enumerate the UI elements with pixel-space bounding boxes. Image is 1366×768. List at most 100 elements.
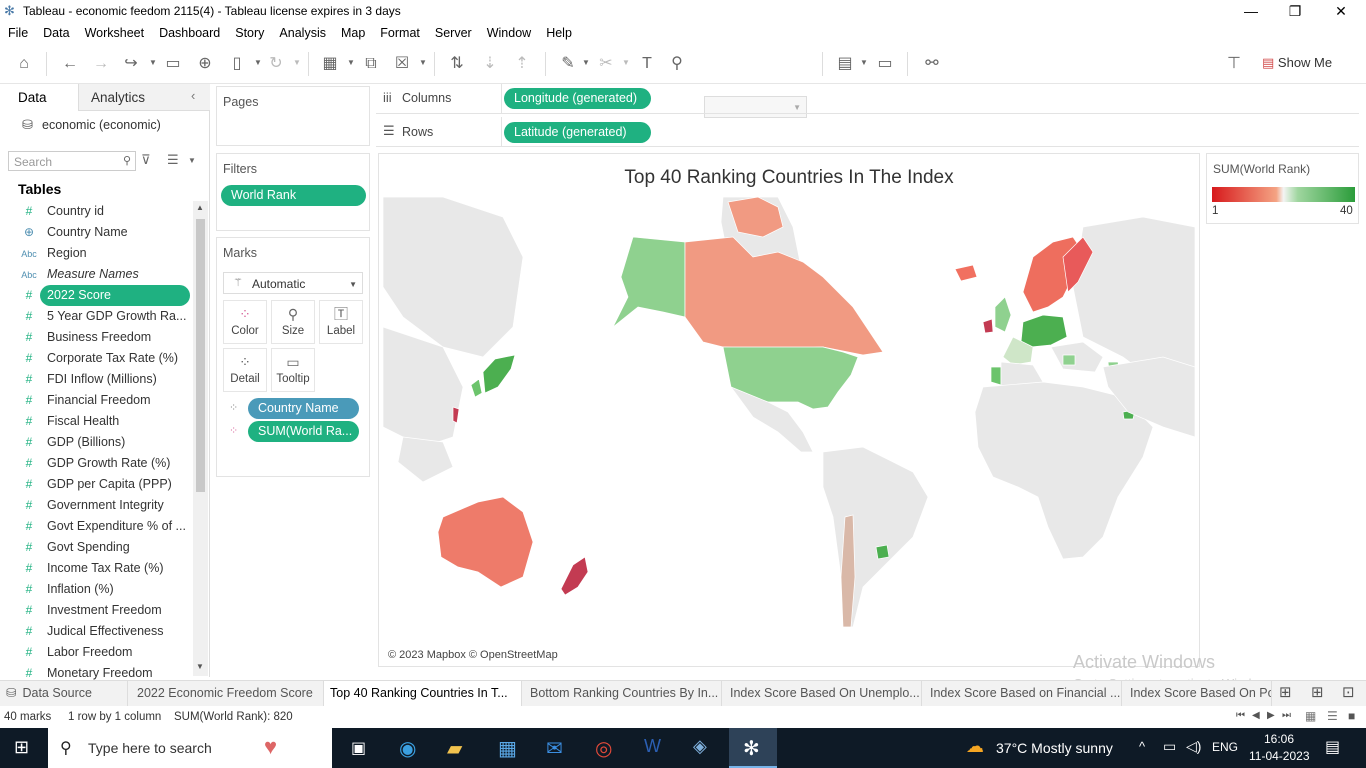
search-field[interactable]: Search ⚲ bbox=[8, 151, 136, 171]
menu-format[interactable]: Format bbox=[372, 22, 427, 40]
field-item[interactable]: Abc Measure Names bbox=[18, 264, 190, 285]
rows-pill-latitude[interactable]: Latitude (generated) bbox=[504, 122, 651, 143]
mark-type-dropdown[interactable]: ⚚ Automatic ▼ bbox=[223, 272, 363, 294]
menu-server[interactable]: Server bbox=[427, 22, 479, 40]
show-thumbnails-icon[interactable]: ■ bbox=[1348, 709, 1355, 723]
last-sheet-icon[interactable]: ⏭ bbox=[1282, 710, 1291, 721]
columns-pill-longitude[interactable]: Longitude (generated) bbox=[504, 88, 651, 109]
field-item[interactable]: # Financial Freedom bbox=[18, 390, 190, 411]
tab-political[interactable]: Index Score Based On Po bbox=[1122, 681, 1272, 706]
menu-story[interactable]: Story bbox=[227, 22, 271, 40]
sql-icon[interactable]: ◈ bbox=[693, 736, 707, 757]
tab-analytics[interactable]: Analytics ‹ bbox=[78, 84, 210, 111]
fix-axes-icon[interactable]: ⚲ bbox=[667, 54, 687, 74]
new-story-tab-icon[interactable]: ⊡ bbox=[1342, 683, 1355, 701]
first-sheet-icon[interactable]: ⏮ bbox=[1236, 710, 1245, 721]
word-icon[interactable]: W bbox=[644, 736, 661, 757]
tab-bottom-ranking[interactable]: Bottom Ranking Countries By In... bbox=[522, 681, 722, 706]
field-item[interactable]: # Fiscal Health bbox=[18, 411, 190, 432]
color-legend[interactable]: SUM(World Rank) 1 40 bbox=[1206, 153, 1359, 224]
pill-sum-world-rank[interactable]: SUM(World Ra... bbox=[248, 421, 359, 442]
size-button[interactable]: ⚲ Size bbox=[271, 300, 315, 344]
clear-sheet-icon[interactable]: ☒ bbox=[392, 54, 412, 74]
scrollbar-thumb[interactable] bbox=[196, 219, 205, 492]
windows-start-icon[interactable]: ⊞ bbox=[14, 737, 29, 758]
label-button[interactable]: 🅃 Label bbox=[319, 300, 363, 344]
show-hidden-icons[interactable]: ^ bbox=[1139, 739, 1145, 754]
redo-icon[interactable]: → bbox=[91, 54, 111, 74]
field-item[interactable]: # FDI Inflow (Millions) bbox=[18, 369, 190, 390]
duplicate-sheet-icon[interactable]: ⧉ bbox=[361, 54, 381, 74]
pages-shelf[interactable]: Pages bbox=[216, 86, 370, 146]
field-item[interactable]: #5 Year GDP Growth Ra... bbox=[18, 306, 190, 327]
austria-area[interactable] bbox=[1062, 354, 1076, 366]
share-icon[interactable]: ⚯ bbox=[922, 54, 942, 74]
swap-icon[interactable]: ⇅ bbox=[447, 54, 467, 74]
task-view-icon[interactable]: ▣ bbox=[351, 738, 366, 758]
show-filmstrip-icon[interactable]: ▦ bbox=[1305, 709, 1316, 723]
field-item[interactable]: # Judical Effectiveness bbox=[18, 621, 190, 642]
menu-help[interactable]: Help bbox=[538, 22, 579, 40]
highlight-icon[interactable]: ✎ bbox=[558, 54, 578, 74]
field-item[interactable]: # Govt Expenditure % of ... bbox=[18, 516, 190, 537]
field-item[interactable]: # GDP (Billions) bbox=[18, 432, 190, 453]
group-icon[interactable]: ✂ bbox=[596, 54, 616, 74]
field-item[interactable]: # Inflation (%) bbox=[18, 579, 190, 600]
menu-worksheet[interactable]: Worksheet bbox=[77, 22, 152, 40]
file-explorer-icon[interactable]: ▰ bbox=[447, 736, 462, 761]
field-item[interactable]: # Business Freedom bbox=[18, 327, 190, 348]
network-icon[interactable]: ▭ bbox=[1163, 738, 1176, 755]
menu-dashboard[interactable]: Dashboard bbox=[151, 22, 227, 40]
field-item[interactable]: # Labor Freedom bbox=[18, 642, 190, 663]
field-item[interactable]: Abc Region bbox=[18, 243, 190, 264]
save-icon[interactable]: ▭ bbox=[163, 54, 183, 74]
tab-2022-score[interactable]: 2022 Economic Freedom Score bbox=[128, 681, 324, 706]
store-icon[interactable]: ▦ bbox=[498, 736, 517, 761]
tab-data-source[interactable]: ⛁ Data Source bbox=[0, 681, 128, 706]
field-item[interactable]: ⊕ Country Name bbox=[18, 222, 190, 243]
menu-window[interactable]: Window bbox=[479, 22, 538, 40]
field-item[interactable]: # Government Integrity bbox=[18, 495, 190, 516]
sort-ascending-icon[interactable]: ⇣ bbox=[480, 54, 500, 74]
close-button[interactable]: ✕ bbox=[1318, 0, 1364, 22]
show-tabs-icon[interactable]: ☰ bbox=[1327, 709, 1338, 723]
edge-icon[interactable]: ◉ bbox=[399, 736, 416, 761]
taskbar-search[interactable]: ⚲ Type here to search ♥ bbox=[48, 728, 332, 768]
show-labels-icon[interactable]: T bbox=[637, 54, 657, 74]
pause-updates-icon[interactable]: ▯ bbox=[227, 54, 247, 74]
mail-icon[interactable]: ✉ bbox=[546, 736, 563, 761]
chrome-icon[interactable]: ◎ bbox=[595, 736, 612, 761]
columns-shelf[interactable]: iii Columns Longitude (generated) bbox=[376, 84, 1359, 114]
notifications-icon[interactable]: ▤ bbox=[1325, 737, 1340, 757]
collapse-icon[interactable]: ‹ bbox=[191, 88, 195, 103]
tab-top-40[interactable]: Top 40 Ranking Countries In T... bbox=[324, 681, 522, 706]
field-item[interactable]: #2022 Score bbox=[26, 285, 190, 306]
field-item[interactable]: # Govt Spending bbox=[18, 537, 190, 558]
minimize-button[interactable]: — bbox=[1228, 0, 1274, 22]
presentation-icon[interactable]: ▭ bbox=[875, 54, 895, 74]
field-item[interactable]: # GDP per Capita (PPP) bbox=[18, 474, 190, 495]
new-worksheet-icon[interactable]: ▦ bbox=[320, 54, 340, 74]
show-cards-icon[interactable]: ▤ bbox=[835, 54, 855, 74]
show-me-button[interactable]: ▤ Show Me bbox=[1262, 55, 1332, 71]
new-dashboard-tab-icon[interactable]: ⊞ bbox=[1311, 683, 1324, 701]
portugal[interactable] bbox=[990, 366, 1002, 386]
view-options-icon[interactable]: ☰ bbox=[167, 152, 179, 168]
tab-unemployment[interactable]: Index Score Based On Unemplo... bbox=[722, 681, 922, 706]
datasource-name[interactable]: economic (economic) bbox=[42, 118, 161, 132]
filters-shelf[interactable]: Filters World Rank bbox=[216, 153, 370, 231]
prev-sheet-icon[interactable]: ◀ bbox=[1252, 710, 1260, 721]
sort-descending-icon[interactable]: ⇡ bbox=[512, 54, 532, 74]
menu-analysis[interactable]: Analysis bbox=[271, 22, 333, 40]
refresh-icon[interactable]: ↻ bbox=[266, 54, 286, 74]
restore-button[interactable]: ❐ bbox=[1272, 0, 1318, 22]
pill-country-name[interactable]: Country Name bbox=[248, 398, 359, 419]
replay-icon[interactable]: ↪ bbox=[121, 54, 141, 74]
publish-icon[interactable]: ⊤ bbox=[1224, 54, 1244, 74]
filter-icon[interactable]: ⊽ bbox=[141, 152, 151, 168]
world-map[interactable] bbox=[383, 197, 1195, 665]
tab-data[interactable]: Data bbox=[0, 84, 78, 111]
tableau-taskbar-item[interactable]: ✻ bbox=[729, 728, 777, 768]
tab-financial[interactable]: Index Score Based on Financial ... bbox=[922, 681, 1122, 706]
undo-icon[interactable]: ← bbox=[60, 54, 80, 74]
